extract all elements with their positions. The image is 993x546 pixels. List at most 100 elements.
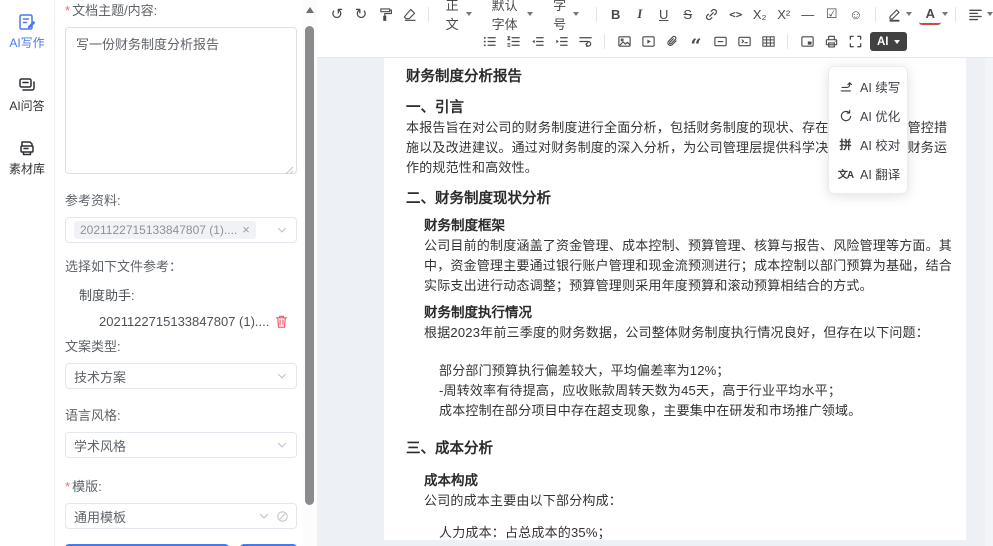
- chevron-down-icon[interactable]: [987, 12, 993, 16]
- inline-code-button[interactable]: <>: [725, 3, 747, 25]
- align-icon[interactable]: [964, 3, 986, 25]
- format-painter-icon[interactable]: [374, 3, 396, 25]
- chevron-down-icon: [466, 12, 472, 16]
- chevron-down-icon: [258, 510, 270, 522]
- font-color-button[interactable]: A: [919, 3, 941, 25]
- sidebar-item-label: AI写作: [0, 34, 54, 51]
- ai-menu-item-translate[interactable]: 文A AI 翻译: [829, 159, 907, 188]
- reference-tag: 2021122715133847807 (1).... ×: [74, 221, 256, 239]
- doc-heading: 财务制度执行情况: [406, 303, 958, 323]
- toolbar-row-1: ↺ ↻ 正文 默认字体 字号 B: [317, 0, 993, 28]
- image-icon[interactable]: [613, 31, 635, 53]
- bullet-list-icon[interactable]: [478, 31, 500, 53]
- blockquote-icon[interactable]: “: [685, 31, 707, 53]
- scroll-up-icon[interactable]: [306, 7, 314, 13]
- ordered-list-icon[interactable]: [502, 31, 524, 53]
- code-block-icon[interactable]: [733, 31, 755, 53]
- sidebar-item-material-library[interactable]: 素材库: [0, 138, 54, 177]
- link-icon[interactable]: [701, 3, 723, 25]
- doc-paragraph: 部分部门预算执行偏差较大，平均偏差率为12%；: [406, 361, 958, 381]
- italic-button[interactable]: I: [629, 3, 651, 25]
- optimize-icon: [838, 108, 853, 123]
- highlight-pen-icon[interactable]: [883, 3, 905, 25]
- nav-rail: AI写作 AI问答 素材库: [0, 0, 55, 546]
- chevron-down-icon[interactable]: [942, 12, 948, 16]
- doc-paragraph: 人力成本：占总成本的35%；: [406, 523, 958, 540]
- copy-type-select[interactable]: 技术方案: [65, 363, 297, 389]
- video-icon[interactable]: [637, 31, 659, 53]
- font-size-select[interactable]: 字号: [546, 3, 586, 25]
- attachment-icon[interactable]: [661, 31, 683, 53]
- editor-toolbar: ↺ ↻ 正文 默认字体 字号 B: [317, 0, 993, 58]
- indent-icon[interactable]: [550, 31, 572, 53]
- ai-menu-item-proofread[interactable]: 拼 AI 校对: [829, 130, 907, 159]
- table-icon[interactable]: [757, 31, 779, 53]
- doc-heading: 成本构成: [406, 471, 958, 491]
- task-checkbox-icon[interactable]: ☑: [821, 3, 843, 25]
- editor-scrollbar-track[interactable]: [985, 58, 993, 546]
- chevron-down-icon: [276, 439, 288, 451]
- chevron-down-icon[interactable]: [906, 12, 912, 16]
- resize-handle-icon[interactable]: [285, 162, 294, 171]
- toolbar-separator: [604, 34, 605, 49]
- outdent-icon[interactable]: [526, 31, 548, 53]
- chevron-down-icon: [894, 40, 900, 44]
- sidebar-item-ai-writing[interactable]: AI写作: [0, 12, 54, 51]
- template-select[interactable]: 通用模板: [65, 503, 297, 529]
- underline-button[interactable]: U: [653, 3, 675, 25]
- subscript-button[interactable]: X₂: [749, 3, 771, 25]
- translate-icon: 文A: [838, 166, 853, 181]
- topic-textarea[interactable]: 写一份财务制度分析报告: [65, 27, 297, 174]
- toolbar-row-2: “: [317, 28, 993, 55]
- font-family-select[interactable]: 默认字体: [485, 3, 540, 25]
- doc-paragraph: 成本控制在部分项目中存在超支现象，主要集中在研发和市场推广领域。: [406, 401, 958, 421]
- validate-circle-icon: [276, 510, 288, 522]
- copy-type-label: 文案类型:: [65, 338, 297, 356]
- ai-qa-icon: [17, 75, 37, 95]
- ai-menu-item-label: AI 优化: [860, 106, 900, 125]
- eraser-icon[interactable]: [398, 3, 420, 25]
- topic-textarea-value: 写一份财务制度分析报告: [76, 37, 219, 52]
- file-row: 2021122715133847807 (1)....: [65, 314, 297, 329]
- emoji-icon[interactable]: ☺: [845, 3, 867, 25]
- language-style-select[interactable]: 学术风格: [65, 432, 297, 458]
- ai-menu-button[interactable]: AI: [870, 32, 907, 51]
- scrollbar-thumb[interactable]: [305, 26, 314, 505]
- ai-menu-item-optimize[interactable]: AI 优化: [829, 101, 907, 130]
- reference-select[interactable]: 2021122715133847807 (1).... ×: [65, 217, 297, 243]
- embed-card-icon[interactable]: [796, 31, 818, 53]
- sidebar-item-ai-qa[interactable]: AI问答: [0, 75, 54, 114]
- print-icon[interactable]: [820, 31, 842, 53]
- file-name: 2021122715133847807 (1)....: [99, 314, 274, 329]
- paragraph-style-select[interactable]: 正文: [439, 3, 479, 25]
- tag-close-icon[interactable]: ×: [242, 225, 250, 235]
- ai-menu-item-label: AI 翻译: [860, 164, 900, 183]
- toolbar-separator: [428, 7, 429, 22]
- toolbar-separator: [955, 7, 956, 22]
- sidebar-item-label: AI问答: [0, 97, 54, 114]
- undo-icon[interactable]: ↺: [326, 3, 348, 25]
- superscript-button[interactable]: X²: [773, 3, 795, 25]
- required-marker: *: [65, 479, 70, 494]
- copy-type-value: 技术方案: [74, 367, 276, 386]
- doc-heading: 三、成本分析: [406, 439, 958, 459]
- fullscreen-icon[interactable]: [844, 31, 866, 53]
- bold-button[interactable]: B: [605, 3, 627, 25]
- toolbar-separator: [787, 34, 788, 49]
- ai-menu-item-continue[interactable]: AI 续写: [829, 72, 907, 101]
- divider-block-icon[interactable]: [709, 31, 731, 53]
- horizontal-rule-button[interactable]: —: [797, 3, 819, 25]
- ai-menu-item-label: AI 校对: [860, 135, 900, 154]
- delete-file-icon[interactable]: [274, 314, 289, 329]
- doc-paragraph: 公司的成本主要由以下部分构成：: [406, 491, 958, 511]
- line-break-icon[interactable]: [574, 31, 596, 53]
- language-style-value: 学术风格: [74, 436, 276, 455]
- strikethrough-button[interactable]: S: [677, 3, 699, 25]
- template-value: 通用模板: [74, 507, 258, 526]
- toolbar-separator: [875, 7, 876, 22]
- ai-menu-item-label: AI 续写: [860, 77, 900, 96]
- sidebar-item-label: 素材库: [0, 160, 54, 177]
- panel-scrollbar[interactable]: [303, 0, 317, 546]
- redo-icon[interactable]: ↻: [350, 3, 372, 25]
- template-label: *模版:: [65, 478, 297, 496]
